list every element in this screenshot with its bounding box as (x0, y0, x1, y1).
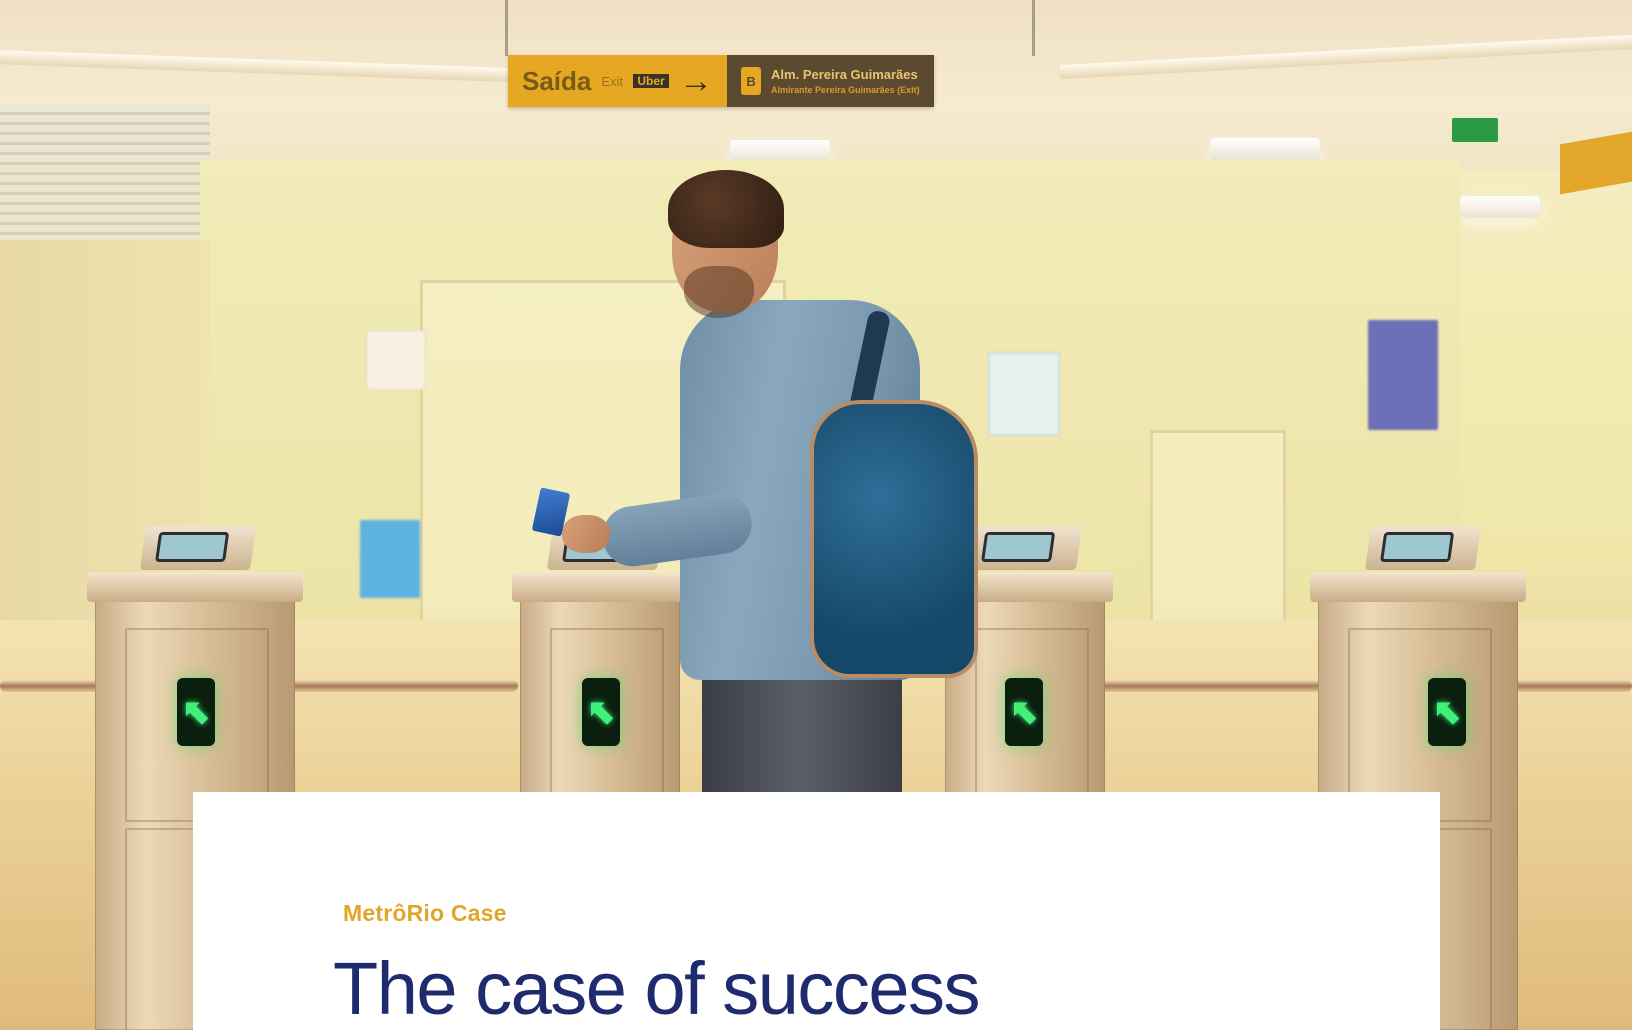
green-arrow-icon: ⬉ (177, 678, 215, 746)
ceiling-vent (0, 105, 210, 245)
station-sign-panel: B Alm. Pereira Guimarães Almirante Perei… (727, 55, 934, 107)
wayfinding-sign: Saída Exit Uber → B Alm. Pereira Guimarã… (508, 55, 934, 107)
ceiling-light (1460, 196, 1540, 218)
turnstile-bar (1100, 680, 1328, 692)
exit-sign-panel: Saída Exit Uber → (508, 55, 728, 107)
backpack (810, 400, 978, 678)
card-reader (965, 526, 1083, 570)
page-title: The case of success (333, 947, 981, 1030)
exit-word: Saída (522, 65, 592, 96)
ceiling-light (1210, 138, 1320, 160)
card-reader (139, 526, 257, 570)
turnstile-bar (260, 680, 518, 692)
turnstile-bar (0, 680, 110, 692)
background-door (1150, 430, 1286, 626)
station-number: B (741, 67, 762, 95)
station-line2: Almirante Pereira Guimarães (Exit) (771, 85, 920, 95)
wall-poster (988, 352, 1060, 436)
green-arrow-icon: ⬉ (582, 678, 620, 746)
green-arrow-icon: ⬉ (1005, 678, 1043, 746)
green-arrow-icon: ⬉ (1428, 678, 1466, 746)
wall-panel (366, 330, 426, 390)
exit-badge: Uber (633, 74, 670, 88)
content-card: MetrôRio Case The case of success (193, 792, 1440, 1030)
exit-sub: Exit (601, 73, 624, 89)
sign-rod (1032, 0, 1035, 56)
ceiling-light (730, 140, 830, 162)
case-eyebrow: MetrôRio Case (343, 900, 507, 926)
card-reader (1364, 526, 1482, 570)
station-line1: Alm. Pereira Guimarães (771, 67, 918, 82)
wall-poster (1368, 320, 1438, 430)
right-arrow-icon: → (679, 62, 714, 100)
exit-light-sign (1452, 118, 1498, 142)
sign-rod (505, 0, 508, 56)
person-with-backpack (531, 170, 978, 800)
blue-bin (360, 520, 420, 598)
